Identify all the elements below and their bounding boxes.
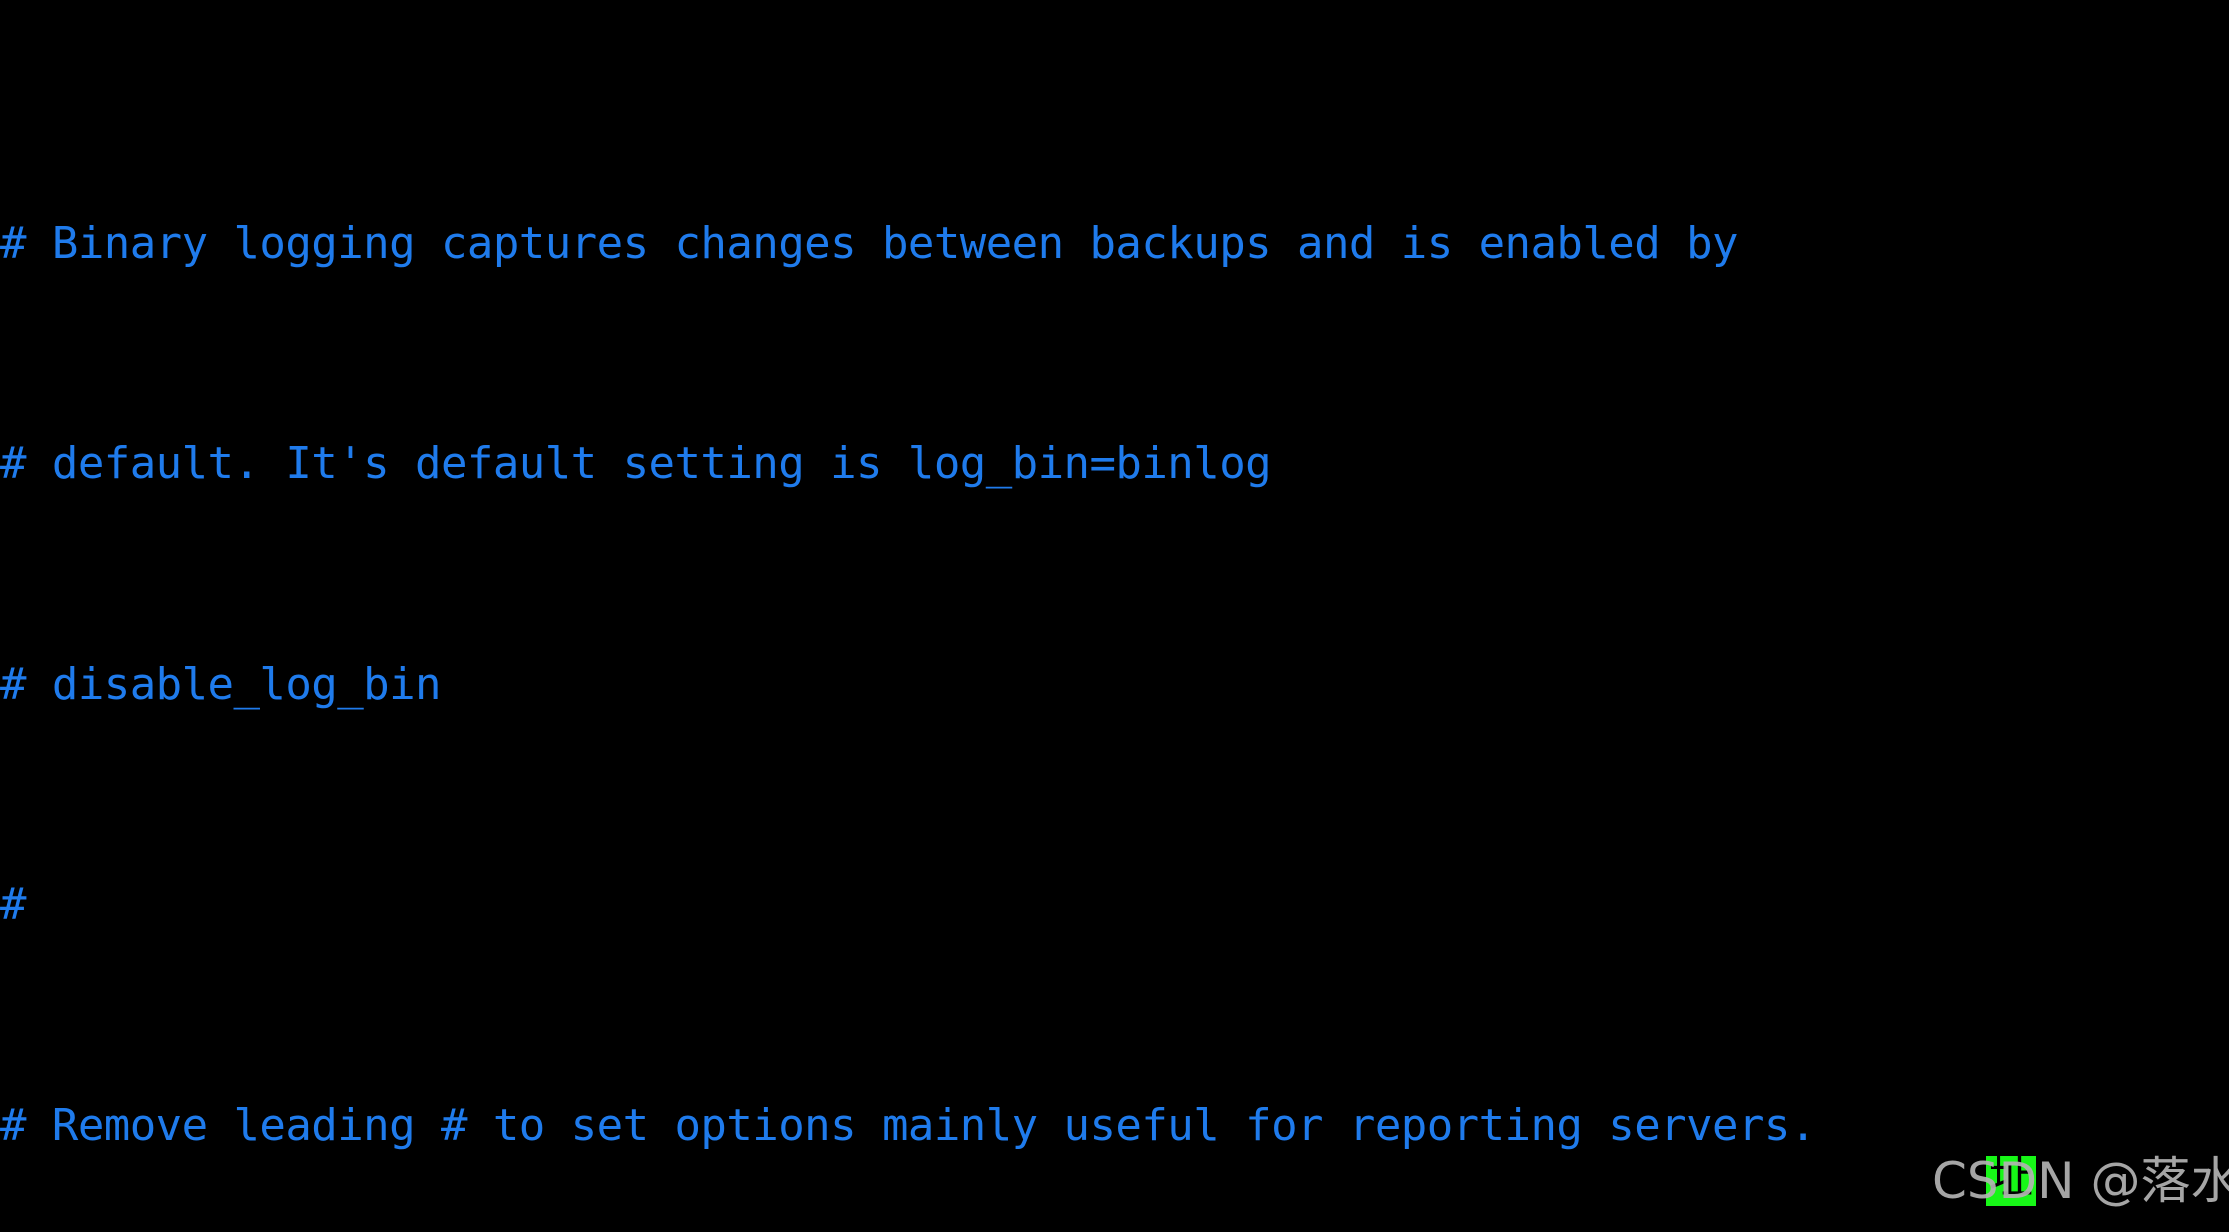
code-line: #: [0, 879, 27, 930]
code-text-area[interactable]: # Binary logging captures changes betwee…: [0, 0, 2229, 1232]
terminal-window[interactable]: # Binary logging captures changes betwee…: [0, 0, 2229, 1232]
code-line: # Binary logging captures changes betwee…: [0, 217, 1739, 269]
code-line: # default. It's default setting is log_b…: [0, 438, 1272, 489]
code-line: # disable_log_bin: [0, 658, 442, 710]
text-cursor-character: 址: [1989, 1152, 2033, 1203]
code-line: # Remove leading # to set options mainly…: [0, 1099, 1816, 1151]
